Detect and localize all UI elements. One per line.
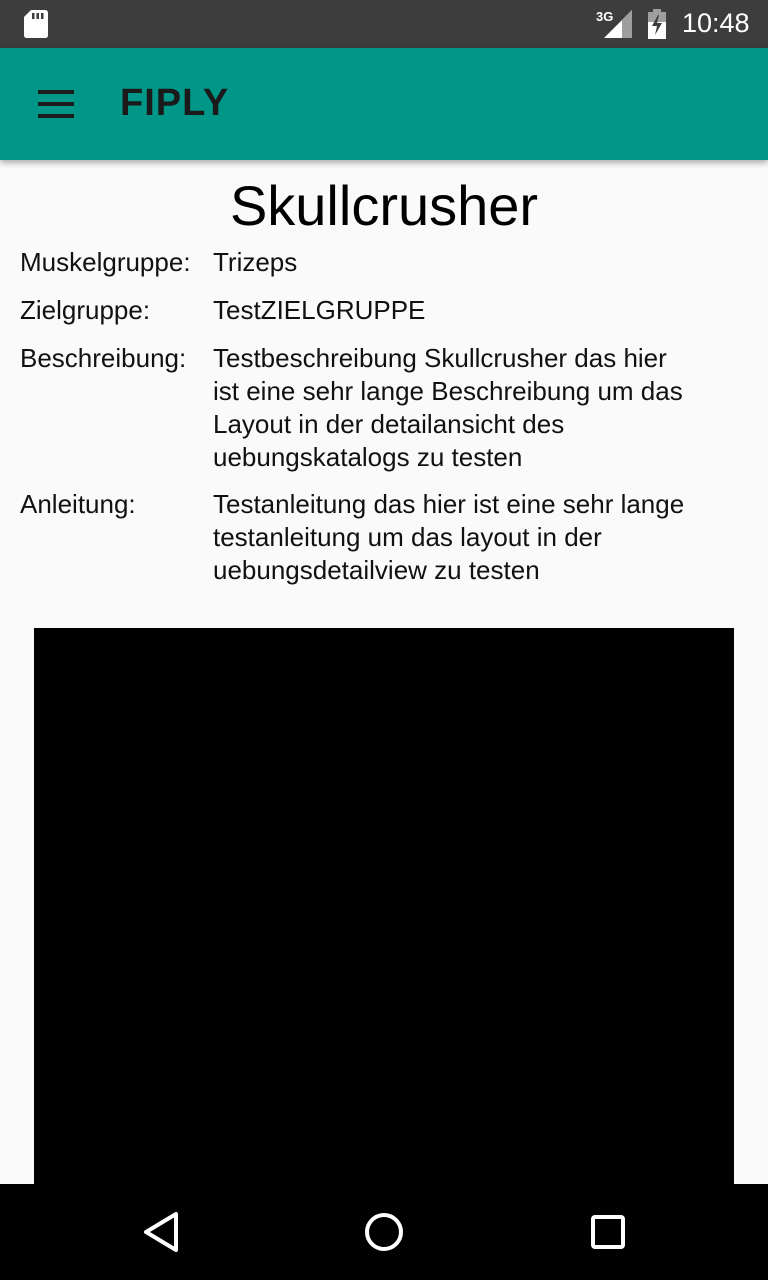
app-title: FIPLY [120, 82, 230, 124]
back-icon [144, 1212, 178, 1252]
exercise-title: Skullcrusher [229, 174, 539, 237]
beschreibung-value: Testbeschreibung Skullcrusher das hier i… [213, 343, 683, 472]
exercise-video[interactable] [34, 628, 734, 1188]
back-button[interactable] [112, 1184, 208, 1280]
muskelgruppe-value: Trizeps [213, 247, 298, 277]
anleitung-label: Anleitung: [20, 489, 136, 519]
app-bar: FIPLY [0, 48, 768, 160]
home-icon [365, 1213, 403, 1251]
navigation-bar [0, 1184, 768, 1280]
recents-icon [591, 1215, 625, 1249]
status-bar: 3G 10:48 [0, 0, 768, 48]
signal-icon [604, 10, 632, 38]
sd-card-icon [24, 10, 48, 38]
zielgruppe-value: TestZIELGRUPPE [213, 295, 426, 325]
battery-icon [648, 9, 666, 39]
anleitung-value: Testanleitung das hier ist eine sehr lan… [213, 489, 685, 585]
zielgruppe-label: Zielgruppe: [20, 295, 151, 325]
recents-button[interactable] [560, 1184, 656, 1280]
hamburger-menu-icon[interactable] [38, 90, 74, 118]
muskelgruppe-label: Muskelgruppe: [20, 247, 191, 277]
exercise-detail: Skullcrusher Muskelgruppe: Trizeps Zielg… [0, 160, 768, 1188]
beschreibung-label: Beschreibung: [20, 343, 187, 373]
home-button[interactable] [336, 1184, 432, 1280]
clock: 10:48 [682, 8, 750, 38]
